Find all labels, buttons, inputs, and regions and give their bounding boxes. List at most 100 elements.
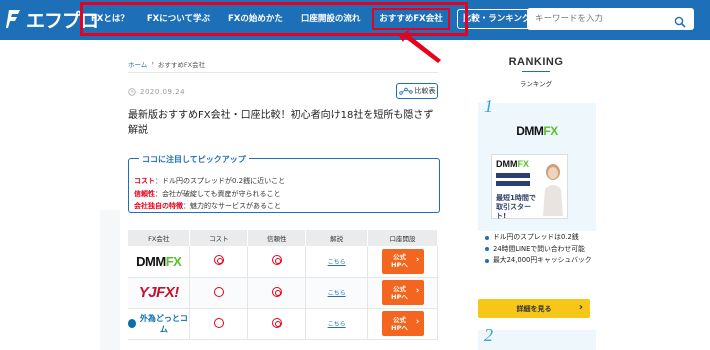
ranking-divider [522, 71, 550, 72]
nav-item-compare-ranking[interactable]: 比較・ランキング [456, 9, 537, 29]
col-open-account: 口座開設 [367, 230, 438, 246]
breadcrumb-current: おすすめFX会社 [157, 61, 206, 69]
double-circle-icon [213, 255, 224, 266]
banner-text: 最短1時間で取引スタート! [496, 194, 536, 220]
banner-logo-dmm: DMM [496, 159, 518, 169]
pickup-item-text: ：会社が破綻しても資産が守られること [155, 189, 281, 198]
fx-logo-text: FX [165, 253, 182, 269]
official-site-label: 公式HPへ [391, 315, 408, 332]
table-header-row: FX会社 コスト 信頼性 解説 口座開設 [128, 230, 438, 246]
feature-item: 24時間LINEで問い合わせ可能 [485, 244, 597, 256]
post-date: 2020.09.24 [128, 88, 185, 96]
pickup-list: コスト：ドル円のスプレッドが0.2銭に近いこと 信頼性：会社が破綻しても資産が守… [134, 175, 285, 213]
official-site-button[interactable]: 公式HPへ [381, 280, 424, 305]
col-cost: コスト [189, 230, 249, 246]
feature-item: ドル円のスプレッドは0.2銭 [485, 232, 597, 244]
explain-link[interactable]: こちら [328, 290, 346, 297]
ranking-card-2 [478, 330, 596, 350]
pickup-item-key: 信頼性 [134, 189, 155, 198]
annotation-arrow-icon [399, 30, 441, 63]
trust-cell [247, 308, 307, 340]
ranking-logo-dmm[interactable]: DMMFX [478, 120, 596, 139]
cost-cell [189, 246, 249, 278]
pickup-heading: ココに注目してピックアップ [139, 154, 249, 165]
explain-link[interactable]: こちら [328, 321, 346, 328]
official-site-label: 公式HPへ [391, 284, 408, 301]
trust-cell [247, 246, 307, 278]
compare-table-button[interactable]: 比較表 [396, 83, 438, 99]
pickup-item: コスト：ドル円のスプレッドが0.2銭に近いこと [134, 175, 285, 188]
breadcrumb-home-link[interactable]: ホーム [128, 59, 147, 69]
clock-icon [128, 88, 136, 96]
gaitame-logo-text: 外為どっとコム [139, 313, 188, 334]
col-explain: 解説 [305, 230, 369, 246]
open-cell: 公式HPへ [367, 277, 438, 309]
fx-logo-text: FX [543, 124, 558, 138]
dmm-logo-text: DMM [136, 253, 166, 269]
site-header: エフプロ FXとは？ FXについて学ぶ FXの始めかた 口座開設の流れ おすすめ… [0, 0, 710, 40]
gaitame-logo-icon [128, 319, 137, 328]
comparison-table: FX会社 コスト 信頼性 解説 口座開設 DMMFX こちら 公式HPへ YJF… [128, 230, 438, 340]
bg-stripe [100, 210, 120, 350]
double-circle-icon [271, 255, 282, 266]
search-box[interactable] [527, 8, 694, 30]
search-icon[interactable] [674, 13, 686, 28]
pickup-item-text: ：ドル円のスプレッドが0.2銭に近いこと [155, 177, 286, 185]
rank-number: 1 [484, 96, 493, 116]
open-cell: 公式HPへ [367, 246, 438, 278]
pickup-item: 会社独自の特徴：魅力的なサービスがあること [134, 200, 285, 213]
explain-cell: こちら [305, 308, 369, 340]
logo-mark-icon [6, 8, 24, 30]
ranking-features: ドル円のスプレッドは0.2銭 24時間LINEで問い合わせ可能 最大24,000… [485, 232, 597, 267]
double-circle-icon [271, 317, 282, 328]
dmm-logo-text: DMM [516, 124, 544, 138]
company-logo-yjfx[interactable]: YJFX! [128, 277, 191, 309]
company-logo-dmm[interactable]: DMMFX [128, 246, 191, 278]
breadcrumb-divider [128, 72, 438, 73]
breadcrumb-separator: › [151, 59, 154, 67]
official-site-button[interactable]: 公式HPへ [381, 248, 424, 274]
article-title: 最新版おすすめFX会社・口座比較！初心者向け18社を短所も隠さず解説 [128, 110, 434, 136]
official-site-button[interactable]: 公式HPへ [381, 311, 424, 336]
feature-item: 最大24,000円キャッシュバック [485, 255, 597, 267]
pickup-item-key: 会社独自の特徴 [134, 202, 183, 210]
pickup-item-text: ：魅力的なサービスがあること [183, 202, 281, 210]
yjfx-logo-text: YJFX! [138, 284, 180, 301]
explain-cell: こちら [305, 246, 369, 278]
breadcrumb: ホーム › おすすめFX会社 [128, 59, 205, 69]
col-trust: 信頼性 [247, 230, 307, 246]
ranking-banner-image[interactable]: DMMFX 最短1時間で取引スタート! [491, 154, 568, 220]
compare-icon [398, 87, 413, 95]
explain-cell: こちら [305, 277, 369, 309]
search-input[interactable] [535, 14, 674, 24]
person-photo-icon [543, 164, 563, 216]
table-row: 外為どっとコム こちら 公式HPへ [128, 308, 438, 340]
circle-icon [213, 317, 224, 328]
col-company: FX会社 [128, 230, 191, 246]
circle-icon [213, 286, 224, 297]
pickup-item: 信頼性：会社が破綻しても資産が守られること [134, 188, 285, 201]
pickup-item-key: コスト [134, 177, 155, 185]
rank-number: 2 [484, 325, 493, 345]
cost-cell [189, 277, 249, 309]
ranking-title: RANKING [508, 56, 564, 68]
open-cell: 公式HPへ [367, 308, 438, 340]
official-site-label: 公式HPへ [391, 253, 408, 270]
detail-button[interactable]: 詳細を見る [478, 299, 590, 318]
banner-stripe [496, 173, 530, 178]
ranking-subtitle: ランキング [519, 80, 553, 88]
table-row: YJFX! こちら 公式HPへ [128, 277, 438, 309]
pickup-box: ココに注目してピックアップ コスト：ドル円のスプレッドが0.2銭に近いこと 信頼… [128, 154, 440, 213]
company-logo-gaitame[interactable]: 外為どっとコム [128, 308, 191, 340]
post-date-text: 2020.09.24 [140, 88, 186, 96]
cost-cell [189, 308, 249, 340]
compare-table-label: 比較表 [414, 87, 436, 95]
banner-stripe [496, 181, 530, 186]
banner-logo-fx: FX [517, 159, 530, 169]
banner-logo: DMMFX [496, 159, 529, 169]
trust-cell [247, 277, 307, 309]
double-circle-icon [271, 286, 282, 297]
table-row: DMMFX こちら 公式HPへ [128, 246, 438, 278]
explain-link[interactable]: こちら [328, 259, 346, 266]
detail-button-label: 詳細を見る [516, 304, 552, 313]
